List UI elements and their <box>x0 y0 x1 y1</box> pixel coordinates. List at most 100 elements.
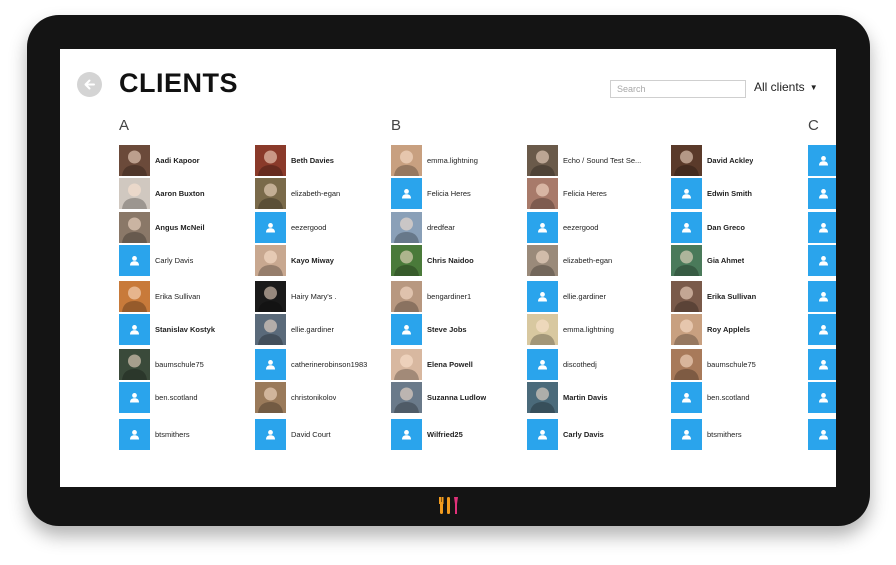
client-tile[interactable] <box>808 245 836 276</box>
client-tile[interactable]: Aaron Buxton <box>119 178 254 209</box>
default-avatar <box>391 419 422 450</box>
client-tile[interactable]: Stanislav Kostyk <box>119 314 254 345</box>
client-tile[interactable]: Suzanna Ludlow <box>391 382 526 413</box>
avatar <box>391 245 422 276</box>
client-name: Dan Greco <box>707 223 745 232</box>
client-tile[interactable]: Gia Ahmet <box>671 245 806 276</box>
default-avatar <box>808 245 836 276</box>
search-input[interactable] <box>610 80 746 98</box>
client-tile[interactable]: Carly Davis <box>527 419 662 450</box>
back-arrow-icon <box>84 79 95 90</box>
client-name: Erika Sullivan <box>707 292 757 301</box>
user-icon <box>402 325 411 335</box>
client-tile[interactable]: ben.scotland <box>671 382 806 413</box>
page-title: CLIENTS <box>119 68 239 98</box>
profile-photo <box>255 178 286 209</box>
client-tile[interactable]: catherinerobinson1983 <box>255 349 390 380</box>
client-tile[interactable]: eezergood <box>255 212 390 243</box>
client-tile[interactable] <box>808 281 836 312</box>
back-button[interactable] <box>77 72 102 97</box>
avatar <box>119 178 150 209</box>
default-avatar <box>808 178 836 209</box>
default-avatar <box>808 212 836 243</box>
client-name: Echo / Sound Test Se... <box>563 156 642 165</box>
client-tile[interactable]: Kayo Miway <box>255 245 390 276</box>
client-tile[interactable]: btsmithers <box>119 419 254 450</box>
avatar <box>255 178 286 209</box>
client-tile[interactable]: eezergood <box>527 212 662 243</box>
client-tile[interactable] <box>808 419 836 450</box>
avatar <box>391 382 422 413</box>
avatar <box>671 145 702 176</box>
client-tile[interactable]: Chris Naidoo <box>391 245 526 276</box>
client-tile[interactable]: Wilfried25 <box>391 419 526 450</box>
client-tile[interactable] <box>808 382 836 413</box>
client-tile[interactable]: elizabeth-egan <box>527 245 662 276</box>
user-icon <box>538 292 547 302</box>
user-icon <box>819 256 828 266</box>
client-tile[interactable]: Erika Sullivan <box>671 281 806 312</box>
avatar <box>671 349 702 380</box>
client-tile[interactable]: Angus McNeil <box>119 212 254 243</box>
client-tile[interactable]: elizabeth-egan <box>255 178 390 209</box>
client-tile[interactable]: christonikolov <box>255 382 390 413</box>
client-tile[interactable]: baumschule75 <box>119 349 254 380</box>
client-name: emma.lightning <box>427 156 478 165</box>
user-icon <box>819 325 828 335</box>
client-tile[interactable]: Elena Powell <box>391 349 526 380</box>
client-tile[interactable]: btsmithers <box>671 419 806 450</box>
client-tile[interactable]: Echo / Sound Test Se... <box>527 145 662 176</box>
user-icon <box>402 189 411 199</box>
client-name: Aaron Buxton <box>155 189 205 198</box>
client-tile[interactable] <box>808 349 836 380</box>
profile-photo <box>527 145 558 176</box>
client-tile[interactable]: emma.lightning <box>391 145 526 176</box>
client-tile[interactable]: Edwin Smith <box>671 178 806 209</box>
avatar <box>527 145 558 176</box>
client-tile[interactable]: ellie.gardiner <box>527 281 662 312</box>
client-tile[interactable]: discothedj <box>527 349 662 380</box>
user-icon <box>682 393 691 403</box>
default-avatar <box>527 212 558 243</box>
default-avatar <box>255 419 286 450</box>
client-tile[interactable] <box>808 314 836 345</box>
client-name: Steve Jobs <box>427 325 467 334</box>
client-tile[interactable]: David Court <box>255 419 390 450</box>
client-tile[interactable]: David Ackley <box>671 145 806 176</box>
user-icon <box>819 156 828 166</box>
profile-photo <box>119 349 150 380</box>
client-tile[interactable] <box>808 178 836 209</box>
client-tile[interactable]: Hairy Mary's . <box>255 281 390 312</box>
client-tile[interactable]: Aadi Kapoor <box>119 145 254 176</box>
client-tile[interactable]: Erika Sullivan <box>119 281 254 312</box>
default-avatar <box>391 178 422 209</box>
client-tile[interactable]: baumschule75 <box>671 349 806 380</box>
avatar <box>119 281 150 312</box>
client-tile[interactable] <box>808 145 836 176</box>
profile-photo <box>527 382 558 413</box>
client-tile[interactable]: dredfear <box>391 212 526 243</box>
client-tile[interactable]: Felicia Heres <box>391 178 526 209</box>
client-tile[interactable] <box>808 212 836 243</box>
client-tile[interactable]: emma.lightning <box>527 314 662 345</box>
profile-photo <box>391 349 422 380</box>
profile-photo <box>391 245 422 276</box>
default-avatar <box>808 349 836 380</box>
client-name: Stanislav Kostyk <box>155 325 216 334</box>
client-tile[interactable]: Carly Davis <box>119 245 254 276</box>
client-tile[interactable]: ben.scotland <box>119 382 254 413</box>
default-avatar <box>808 145 836 176</box>
default-avatar <box>255 349 286 380</box>
client-filter-dropdown[interactable]: All clients ▼ <box>754 80 818 94</box>
client-name: Chris Naidoo <box>427 256 474 265</box>
client-tile[interactable]: Martin Davis <box>527 382 662 413</box>
client-tile[interactable]: Dan Greco <box>671 212 806 243</box>
client-tile[interactable]: ellie.gardiner <box>255 314 390 345</box>
client-tile[interactable]: Steve Jobs <box>391 314 526 345</box>
client-tile[interactable]: Roy Applels <box>671 314 806 345</box>
client-tile[interactable]: Beth Davies <box>255 145 390 176</box>
client-name: ellie.gardiner <box>291 325 334 334</box>
client-tile[interactable]: bengardiner1 <box>391 281 526 312</box>
client-tile[interactable]: Felicia Heres <box>527 178 662 209</box>
profile-photo <box>119 281 150 312</box>
